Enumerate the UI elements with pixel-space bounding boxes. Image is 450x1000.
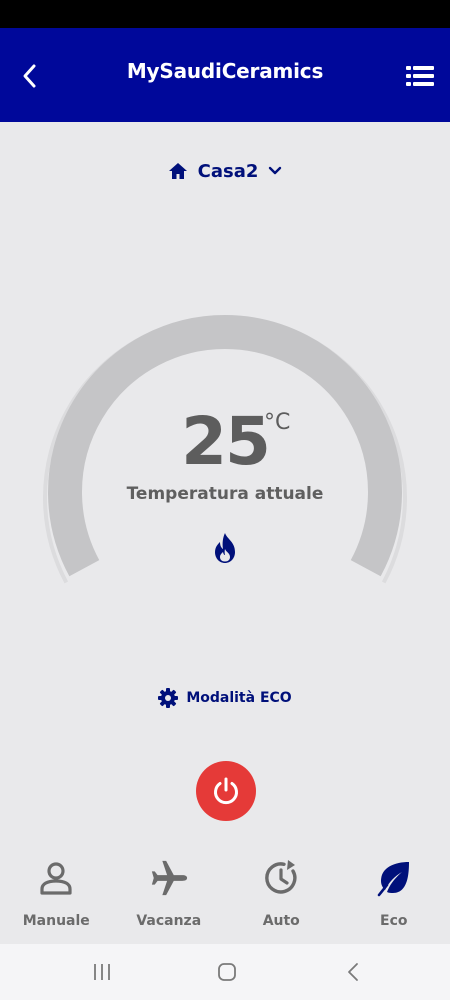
status-bar	[0, 0, 450, 28]
nav-label-vacanza: Vacanza	[136, 913, 202, 929]
airplane-icon	[151, 860, 187, 896]
nav-label-eco: Eco	[380, 913, 408, 929]
nav-item-auto[interactable]: Auto	[225, 848, 338, 944]
temperature-unit: °C	[264, 410, 291, 435]
nav-label-manuale: Manuale	[22, 913, 90, 929]
chevron-down-icon	[269, 166, 282, 175]
home-name: Casa2	[197, 160, 259, 182]
mode-label: Modalità ECO	[186, 690, 292, 706]
temperature-label: Temperatura attuale	[126, 484, 324, 504]
bottom-nav: Manuale Vacanza Auto Eco	[0, 848, 450, 944]
list-menu-icon	[406, 66, 434, 86]
clock-refresh-icon	[265, 860, 297, 894]
back-nav-icon[interactable]	[342, 960, 366, 984]
nav-label-auto: Auto	[262, 913, 300, 929]
nav-item-vacanza[interactable]: Vacanza	[113, 848, 226, 944]
power-button[interactable]	[196, 761, 256, 821]
leaf-icon	[377, 862, 409, 897]
power-icon	[214, 777, 238, 805]
system-navigation-bar	[0, 944, 450, 1000]
home-icon	[168, 163, 187, 179]
current-temperature: 25	[181, 403, 271, 480]
nav-item-eco[interactable]: Eco	[338, 848, 450, 944]
eco-mode-indicator[interactable]: Modalità ECO	[0, 684, 450, 712]
home-selector[interactable]: Casa2	[0, 156, 450, 186]
menu-button[interactable]	[402, 58, 438, 94]
person-icon	[40, 862, 72, 895]
nav-item-manuale[interactable]: Manuale	[0, 848, 113, 944]
gear-icon	[158, 688, 179, 708]
app-header: MySaudiCeramics	[0, 28, 450, 122]
app-title: MySaudiCeramics	[126, 59, 324, 83]
recent-apps-icon[interactable]	[90, 960, 114, 984]
flame-icon	[215, 533, 235, 563]
home-button-icon[interactable]	[215, 960, 239, 984]
